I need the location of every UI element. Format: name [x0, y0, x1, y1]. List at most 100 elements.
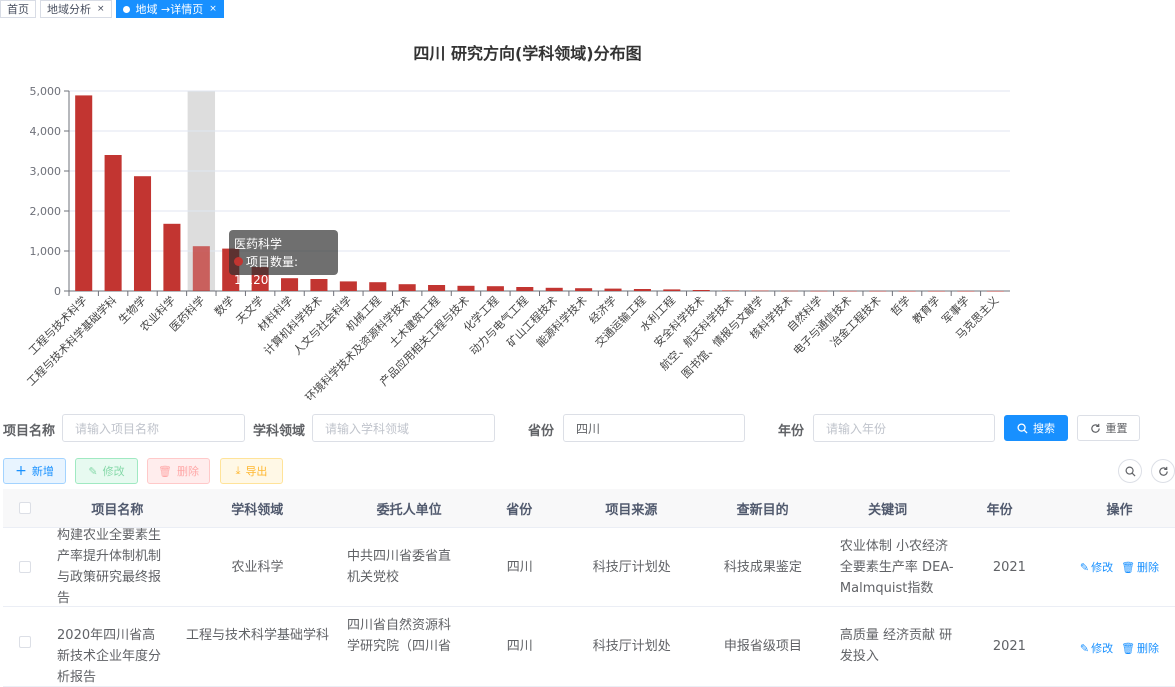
bar-15 [516, 287, 534, 291]
series-dot-icon [234, 257, 243, 266]
close-icon[interactable]: × [209, 4, 217, 14]
tab-home[interactable]: 首页 [0, 0, 36, 18]
x-tick-label: 数学 [211, 293, 236, 318]
refresh-button[interactable] [1151, 459, 1175, 483]
row-checkbox[interactable] [19, 636, 32, 648]
bar-13 [457, 285, 475, 291]
table-header: 项目名称 学科领域 委托人单位 省份 项目来源 查新目的 关键词 年份 操作 [3, 489, 1175, 528]
row-edit-link[interactable]: ✎ 修改 [1080, 638, 1113, 659]
row-actions: ✎ 修改 🗑 删除 [1064, 557, 1175, 578]
y-tick-label: 5,000 [30, 85, 62, 98]
row-edit-link[interactable]: ✎ 修改 [1080, 557, 1113, 578]
year-label: 年份 [778, 424, 805, 439]
field-input[interactable]: 请输入学科领域 [312, 414, 495, 442]
cell-year: 2021 [992, 639, 1026, 654]
y-tick-label: 2,000 [30, 205, 62, 218]
province-input[interactable]: 四川 [563, 414, 745, 442]
cell-field: 工程与技术科学基础学科 [186, 628, 330, 643]
project-table: 项目名称 学科领域 委托人单位 省份 项目来源 查新目的 关键词 年份 操作 构… [3, 489, 1175, 687]
header-client: 委托人单位 [376, 502, 442, 518]
chart-title: 四川 研究方向(学科领域)分布图 [413, 44, 642, 63]
add-button[interactable]: + 新增 [3, 458, 66, 484]
toolbar: + 新增 ✎ 修改 🗑 删除 ⤓ 导出 [0, 458, 1175, 484]
reset-button-label: 重置 [1105, 422, 1128, 435]
plus-icon: + [15, 463, 27, 479]
tab-label: 地域 →详情页 [135, 3, 204, 16]
cell-project-name: 2020年四川省高新技术企业年度分析报告 [57, 628, 162, 685]
bar-20 [663, 289, 681, 291]
bar-22 [722, 290, 740, 291]
tab-label: 地域分析 [47, 3, 91, 16]
add-button-label: 新增 [31, 465, 54, 478]
table-row: 2020年四川省高新技术企业年度分析报告 工程与技术科学基础学科 四川省自然资源… [3, 607, 1175, 687]
delete-button-label: 删除 [176, 465, 199, 478]
table-row: 构建农业全要素生产率提升体制机制与政策研究最终报告 农业科学 中共四川省委省直机… [3, 528, 1175, 607]
field-label: 学科领域 [253, 424, 306, 439]
trash-icon: 🗑 [1121, 642, 1136, 655]
header-year: 年份 [986, 502, 1013, 518]
cell-purpose: 申报省级项目 [723, 639, 802, 654]
chart-tooltip: 医药科学 项目数量: 1,120 [229, 230, 338, 287]
bar-11 [398, 284, 416, 291]
close-icon[interactable]: × [97, 4, 105, 14]
edit-button[interactable]: ✎ 修改 [75, 458, 138, 484]
bar-24 [780, 290, 798, 292]
bar-3 [163, 223, 181, 291]
edit-button-label: 修改 [102, 465, 125, 478]
y-tick-label: 0 [54, 285, 61, 298]
header-project-name: 项目名称 [91, 502, 144, 518]
bar-23 [751, 290, 769, 292]
download-icon: ⤓ [235, 464, 241, 477]
row-edit-label: 修改 [1091, 560, 1114, 574]
bar-27 [869, 290, 887, 292]
tab-region-detail[interactable]: 地域 →详情页 × [115, 0, 224, 18]
select-all-checkbox[interactable] [19, 502, 32, 514]
header-actions: 操作 [1106, 502, 1133, 518]
edit-icon: ✎ [1079, 642, 1090, 655]
row-checkbox[interactable] [19, 561, 32, 573]
year-input[interactable]: 请输入年份 [813, 414, 995, 442]
bar-2 [133, 176, 152, 291]
project-name-input[interactable]: 请输入项目名称 [62, 414, 245, 442]
search-icon [1017, 422, 1028, 434]
row-delete-link[interactable]: 🗑 删除 [1121, 638, 1159, 659]
bar-26 [839, 290, 857, 292]
bar-9 [339, 281, 357, 291]
tooltip-title: 医药科学 [234, 237, 283, 251]
cell-client: 四川省自然资源科学研究院（四川省 [347, 618, 452, 654]
search-button-label: 搜索 [1033, 422, 1055, 435]
delete-button[interactable]: 🗑 删除 [147, 458, 210, 484]
header-select-all[interactable] [3, 502, 47, 514]
row-checkbox-cell[interactable] [3, 615, 47, 648]
row-delete-label: 删除 [1137, 642, 1160, 655]
edit-icon: ✎ [1079, 560, 1090, 574]
header-field: 学科领域 [231, 502, 284, 518]
bar-28 [898, 290, 916, 292]
row-delete-link[interactable]: 🗑 删除 [1121, 557, 1159, 578]
tooltip-value: 1,120 [234, 273, 269, 287]
trash-icon: 🗑 [158, 464, 172, 478]
y-tick-label: 3,000 [30, 165, 62, 178]
reset-button[interactable]: 重置 [1077, 415, 1140, 441]
bar-17 [575, 288, 593, 291]
cell-keywords: 高质量 经济贡献 研发投入 [839, 628, 953, 664]
header-keywords: 关键词 [868, 502, 908, 518]
search-button[interactable]: 搜索 [1004, 415, 1068, 441]
tab-region-analysis[interactable]: 地域分析 × [40, 0, 112, 18]
province-label: 省份 [528, 424, 555, 439]
bar-1 [104, 155, 122, 291]
bar-18 [604, 288, 622, 291]
bar-chart: 01,0002,0003,0004,0005,000工程与技术科学工程与技术科学… [24, 85, 1010, 400]
trash-icon: 🗑 [1121, 560, 1136, 574]
export-button[interactable]: ⤓ 导出 [220, 458, 283, 484]
header-source: 项目来源 [605, 502, 658, 518]
cell-field: 农业科学 [231, 559, 284, 575]
bar-25 [810, 290, 828, 292]
bar-0 [75, 95, 93, 292]
toggle-search-button[interactable] [1118, 459, 1142, 483]
row-checkbox-cell[interactable] [3, 561, 47, 573]
bar-4 [192, 246, 210, 291]
refresh-icon [1158, 466, 1168, 476]
refresh-icon [1090, 423, 1100, 433]
search-form: 项目名称 请输入项目名称 学科领域 请输入学科领域 省份 四川 年份 请输入年份… [0, 414, 1175, 442]
